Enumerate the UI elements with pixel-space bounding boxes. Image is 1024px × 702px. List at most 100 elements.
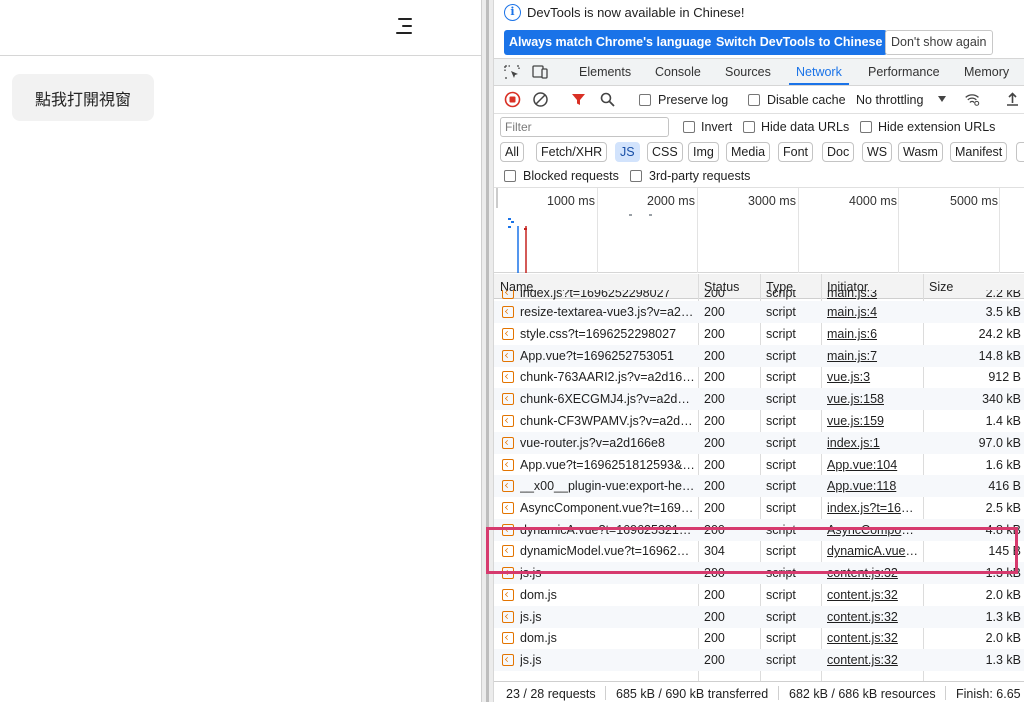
type-filter-all[interactable]: All bbox=[500, 142, 524, 162]
script-file-icon bbox=[502, 415, 514, 427]
table-row[interactable]: App.vue?t=1696251812593&type=style 200 scr… bbox=[494, 454, 1024, 476]
request-initiator[interactable]: content.js:32 bbox=[827, 606, 919, 628]
inspect-element-icon[interactable] bbox=[504, 65, 520, 79]
request-initiator[interactable]: vue.js:159 bbox=[827, 410, 919, 432]
request-size: 2.5 kB bbox=[985, 501, 1021, 515]
filter-input[interactable] bbox=[500, 117, 669, 137]
type-filter-wasm[interactable]: Wasm bbox=[898, 142, 943, 162]
open-window-button[interactable]: 點我打開視窗 bbox=[12, 74, 154, 121]
table-row[interactable]: AsyncComponent.vue?t=1696252298027 200 scr… bbox=[494, 497, 1024, 519]
script-file-icon bbox=[502, 328, 514, 340]
table-row[interactable]: js.js 200 script content.js:32 1.3 kB bbox=[494, 606, 1024, 628]
match-language-button[interactable]: Always match Chrome's language bbox=[504, 30, 717, 55]
script-file-icon bbox=[502, 589, 514, 601]
network-overview[interactable]: 1000 ms 2000 ms 3000 ms 4000 ms 5000 ms bbox=[494, 188, 1024, 273]
request-initiator[interactable]: AsyncComponent.vue bbox=[827, 519, 919, 541]
type-filter-css[interactable]: CSS bbox=[647, 142, 683, 162]
table-row[interactable]: chunk-CF3WPAMV.js?v=a2d166e8 200 script vue… bbox=[494, 410, 1024, 432]
table-row[interactable]: dynamicA.vue?t=1696253210000 200 script Asy… bbox=[494, 519, 1024, 541]
request-size: 1.3 kB bbox=[985, 566, 1021, 580]
table-row[interactable]: __x00__plugin-vue:export-helper 200 script… bbox=[494, 475, 1024, 497]
menu-icon[interactable] bbox=[396, 17, 412, 35]
throttling-select[interactable]: No throttling bbox=[856, 93, 923, 107]
table-row[interactable]: resize-textarea-vue3.js?v=a2d166e8 200 scr… bbox=[494, 301, 1024, 323]
request-initiator[interactable]: index.js?t=1696252298027 bbox=[827, 497, 919, 519]
type-filter-font[interactable]: Font bbox=[778, 142, 814, 162]
request-initiator[interactable]: index.js:1 bbox=[827, 432, 919, 454]
request-initiator[interactable]: vue.js:158 bbox=[827, 388, 919, 410]
network-conditions-icon[interactable] bbox=[964, 91, 981, 108]
table-row[interactable]: js.js 200 script content.js:32 1.3 kB bbox=[494, 562, 1024, 584]
table-row[interactable]: chunk-6XECGMJ4.js?v=a2d166e8 200 script vue… bbox=[494, 388, 1024, 410]
filter-row: Invert Hide data URLs Hide extension URL… bbox=[494, 114, 1024, 140]
type-filter-ws[interactable]: WS bbox=[862, 142, 893, 162]
request-type: script bbox=[766, 370, 796, 384]
script-file-icon bbox=[502, 502, 514, 514]
table-row[interactable]: js.js 200 script content.js:32 1.3 kB bbox=[494, 649, 1024, 671]
search-icon[interactable] bbox=[599, 91, 616, 108]
request-initiator[interactable]: content.js:32 bbox=[827, 562, 919, 584]
table-row[interactable]: App.vue?t=1696252753051 200 script main.js:… bbox=[494, 345, 1024, 367]
type-filter-more[interactable] bbox=[1016, 142, 1024, 162]
request-initiator[interactable]: main.js:6 bbox=[827, 323, 919, 345]
type-filter-manifest[interactable]: Manifest bbox=[950, 142, 1008, 162]
request-initiator[interactable]: content.js:32 bbox=[827, 584, 919, 606]
switch-chinese-button[interactable]: Switch DevTools to Chinese bbox=[711, 30, 888, 55]
hide-data-urls-checkbox[interactable] bbox=[743, 121, 755, 133]
table-row[interactable]: chunk-763AARI2.js?v=a2d166e8 200 script vue… bbox=[494, 366, 1024, 388]
dont-show-again-button[interactable]: Don't show again bbox=[885, 30, 993, 55]
request-initiator[interactable]: vue.js:3 bbox=[827, 366, 919, 388]
table-row[interactable]: dom.js 200 script content.js:32 2.0 kB bbox=[494, 584, 1024, 606]
blocked-requests-checkbox[interactable] bbox=[504, 170, 516, 182]
type-filter-fetch-xhr[interactable]: Fetch/XHR bbox=[536, 142, 608, 162]
type-filter-doc[interactable]: Doc bbox=[822, 142, 855, 162]
third-party-checkbox[interactable] bbox=[630, 170, 642, 182]
tab-console[interactable]: Console bbox=[655, 59, 701, 85]
table-row[interactable]: dynamicModel.vue?t=1696253210000 304 scrip… bbox=[494, 540, 1024, 562]
invert-checkbox[interactable] bbox=[683, 121, 695, 133]
request-type: script bbox=[766, 566, 796, 580]
script-file-icon bbox=[502, 480, 514, 492]
device-toolbar-icon[interactable] bbox=[532, 65, 548, 79]
request-initiator[interactable]: main.js:7 bbox=[827, 345, 919, 367]
tab-sources[interactable]: Sources bbox=[725, 59, 771, 85]
disable-cache-checkbox[interactable] bbox=[748, 94, 760, 106]
filter-icon[interactable] bbox=[570, 91, 587, 108]
request-initiator[interactable]: App.vue:118 bbox=[827, 475, 919, 497]
table-row[interactable]: style.css?t=1696252298027 200 script main.j… bbox=[494, 323, 1024, 345]
request-initiator[interactable]: main.js:4 bbox=[827, 301, 919, 323]
request-size: 14.8 kB bbox=[978, 349, 1021, 363]
resources-size: 682 kB / 686 kB resources bbox=[789, 687, 936, 701]
preserve-log-checkbox[interactable] bbox=[639, 94, 651, 106]
panel-splitter[interactable] bbox=[481, 0, 494, 702]
record-icon[interactable] bbox=[504, 91, 521, 108]
request-type: script bbox=[766, 327, 796, 341]
type-filter-js[interactable]: JS bbox=[615, 142, 640, 162]
request-initiator[interactable]: content.js:32 bbox=[827, 627, 919, 649]
table-row[interactable]: dom.js 200 script content.js:32 2.0 kB bbox=[494, 627, 1024, 649]
third-party-label: 3rd-party requests bbox=[649, 169, 751, 183]
import-har-icon[interactable] bbox=[1004, 91, 1021, 108]
blocked-filters-row: Blocked requests 3rd-party requests bbox=[494, 166, 1024, 188]
request-initiator[interactable]: content.js:32 bbox=[827, 649, 919, 671]
network-toolbar: Preserve log Disable cache No throttling bbox=[494, 86, 1024, 114]
request-size: 1.3 kB bbox=[985, 653, 1021, 667]
timeline-label: 3000 ms bbox=[748, 194, 796, 208]
clear-icon[interactable] bbox=[532, 91, 549, 108]
splitter-handle[interactable] bbox=[486, 0, 489, 702]
table-row[interactable]: vue-router.js?v=a2d166e8 200 script index.j… bbox=[494, 432, 1024, 454]
request-initiator[interactable]: App.vue:104 bbox=[827, 454, 919, 476]
request-initiator[interactable]: dynamicA.vue:12 bbox=[827, 540, 919, 562]
request-size: 2.0 kB bbox=[985, 588, 1021, 602]
web-page: 點我打開視窗 bbox=[0, 0, 481, 702]
hide-extension-urls-checkbox[interactable] bbox=[860, 121, 872, 133]
request-type: script bbox=[766, 653, 796, 667]
type-filter-img[interactable]: Img bbox=[688, 142, 719, 162]
chevron-down-icon[interactable] bbox=[937, 95, 947, 103]
tab-memory[interactable]: Memory bbox=[964, 59, 1009, 85]
tab-performance[interactable]: Performance bbox=[868, 59, 940, 85]
request-status: 200 bbox=[704, 501, 725, 515]
tab-elements[interactable]: Elements bbox=[579, 59, 631, 85]
type-filter-media[interactable]: Media bbox=[726, 142, 771, 162]
tab-network[interactable]: Network bbox=[789, 59, 849, 85]
